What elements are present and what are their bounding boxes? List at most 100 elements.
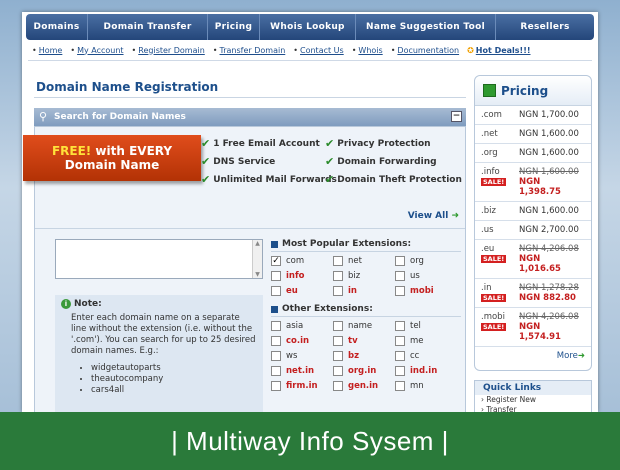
price-row: .info SALE! NGN 1,600.00 NGN 1,398.75: [475, 163, 591, 202]
nav-domain-transfer[interactable]: Domain Transfer: [88, 14, 208, 40]
bullet-icon: •: [70, 45, 76, 55]
quick-link[interactable]: › Transfer: [475, 405, 591, 412]
nav-resellers[interactable]: Resellers: [496, 14, 594, 40]
extension-option[interactable]: me: [395, 336, 457, 346]
price-value: NGN 1,600.00 NGN 1,398.75: [519, 167, 579, 197]
checkmark-icon: ✔: [325, 155, 335, 168]
link-whois[interactable]: Whois: [358, 46, 382, 55]
price-extension: .info SALE!: [481, 167, 519, 197]
top-navigation: Domains Domain Transfer Pricing Whois Looku…: [26, 14, 594, 40]
new-price-currency: NGN: [519, 177, 541, 187]
extension-option[interactable]: cc: [395, 351, 457, 361]
extension-option[interactable]: in: [333, 286, 395, 296]
flame-icon: ✪: [467, 45, 474, 55]
price-value: NGN 1,600.00: [519, 129, 579, 139]
checkbox-bz[interactable]: [333, 351, 343, 361]
checkbox-org-in[interactable]: [333, 366, 343, 376]
extension-label: info: [286, 271, 305, 281]
checkbox-gen-in[interactable]: [333, 381, 343, 391]
checkbox-in[interactable]: [333, 286, 343, 296]
extension-option[interactable]: tel: [395, 321, 457, 331]
extension-option[interactable]: net.in: [271, 366, 333, 376]
scroll-up-icon[interactable]: ▲: [255, 240, 260, 247]
extension-option[interactable]: biz: [333, 271, 395, 281]
link-register-domain[interactable]: Register Domain: [138, 46, 205, 55]
checkbox-org[interactable]: [395, 256, 405, 266]
extension-option[interactable]: bz: [333, 351, 395, 361]
quick-link[interactable]: › Register New: [475, 395, 591, 405]
checkbox-us[interactable]: [395, 271, 405, 281]
checkbox-ind-in[interactable]: [395, 366, 405, 376]
hot-deals-link[interactable]: Hot Deals!!!: [476, 46, 531, 55]
price-row: .us NGN 2,700.00: [475, 221, 591, 240]
checkbox-cc[interactable]: [395, 351, 405, 361]
checkbox-biz[interactable]: [333, 271, 343, 281]
bullet-icon: •: [390, 45, 396, 55]
checkbox-asia[interactable]: [271, 321, 281, 331]
extension-label: ws: [286, 351, 298, 361]
checkbox-tel[interactable]: [395, 321, 405, 331]
search-panel: FREE! with EVERY Domain Name ✔ 1 Free Ema…: [23, 126, 466, 412]
checkbox-firm-in[interactable]: [271, 381, 281, 391]
extension-option[interactable]: us: [395, 271, 457, 281]
checkbox-mn[interactable]: [395, 381, 405, 391]
extension-option[interactable]: org: [395, 256, 457, 266]
minimize-icon[interactable]: −: [451, 111, 462, 122]
extension-option[interactable]: net: [333, 256, 395, 266]
nav-name-suggestion-tool[interactable]: Name Suggestion Tool: [356, 14, 496, 40]
checkbox-net[interactable]: [333, 256, 343, 266]
link-home[interactable]: Home: [39, 46, 63, 55]
old-price: NGN 1,278.28: [519, 283, 579, 293]
extension-option[interactable]: co.in: [271, 336, 333, 346]
bullet-icon: •: [293, 45, 298, 55]
bullet-square-icon: [271, 240, 278, 248]
link-transfer-domain[interactable]: Transfer Domain: [220, 46, 286, 55]
extension-option[interactable]: asia: [271, 321, 333, 331]
feature-item: ✔ 1 Free Email Account: [201, 137, 325, 150]
page-title: Domain Name Registration: [36, 80, 219, 94]
domain-names-textarea[interactable]: ▲ ▼: [55, 239, 263, 279]
extension-option[interactable]: tv: [333, 336, 395, 346]
price-value: NGN 4,206.08 NGN 1,016.65: [519, 244, 579, 274]
banner-line2: Domain Name: [64, 158, 160, 172]
checkbox-mobi[interactable]: [395, 286, 405, 296]
view-all-link[interactable]: View All ➜: [408, 211, 459, 221]
link-contact-us[interactable]: Contact Us: [300, 46, 344, 55]
divider: [34, 97, 466, 98]
extension-option[interactable]: name: [333, 321, 395, 331]
checkbox-co-in[interactable]: [271, 336, 281, 346]
checkbox-net-in[interactable]: [271, 366, 281, 376]
subnav-item: • Register Domain: [132, 46, 205, 55]
extension-option[interactable]: ind.in: [395, 366, 457, 376]
more-link[interactable]: More➜: [475, 347, 591, 365]
link-documentation[interactable]: Documentation: [397, 46, 459, 55]
extension-option[interactable]: ws: [271, 351, 333, 361]
nav-whois-lookup[interactable]: Whois Lookup: [260, 14, 356, 40]
extension-option[interactable]: mn: [395, 381, 457, 391]
checkbox-com[interactable]: ✓: [271, 256, 281, 266]
free-banner: FREE! with EVERY Domain Name: [23, 135, 201, 181]
price-row: .biz NGN 1,600.00: [475, 202, 591, 221]
checkbox-eu[interactable]: [271, 286, 281, 296]
new-price: NGN 882.80: [519, 293, 576, 303]
extension-option[interactable]: gen.in: [333, 381, 395, 391]
new-price: 1,016.65: [519, 264, 561, 274]
checkbox-tv[interactable]: [333, 336, 343, 346]
checkbox-info[interactable]: [271, 271, 281, 281]
extension-option[interactable]: info: [271, 271, 333, 281]
checkbox-ws[interactable]: [271, 351, 281, 361]
extension-option[interactable]: org.in: [333, 366, 395, 376]
extension-option[interactable]: mobi: [395, 286, 457, 296]
link-my-account[interactable]: My Account: [77, 46, 123, 55]
scroll-down-icon[interactable]: ▼: [255, 271, 260, 278]
extension-option[interactable]: ✓ com: [271, 256, 333, 266]
scrollbar[interactable]: ▲ ▼: [252, 240, 262, 278]
nav-pricing[interactable]: Pricing: [208, 14, 260, 40]
pricing-table: .com NGN 1,700.00 .net NGN 1,600.00 .org NGN …: [475, 106, 591, 347]
checkbox-me[interactable]: [395, 336, 405, 346]
extension-option[interactable]: firm.in: [271, 381, 333, 391]
checkbox-name[interactable]: [333, 321, 343, 331]
nav-domains[interactable]: Domains: [26, 14, 88, 40]
extension-option[interactable]: eu: [271, 286, 333, 296]
subnav-item: • Documentation: [391, 46, 459, 55]
